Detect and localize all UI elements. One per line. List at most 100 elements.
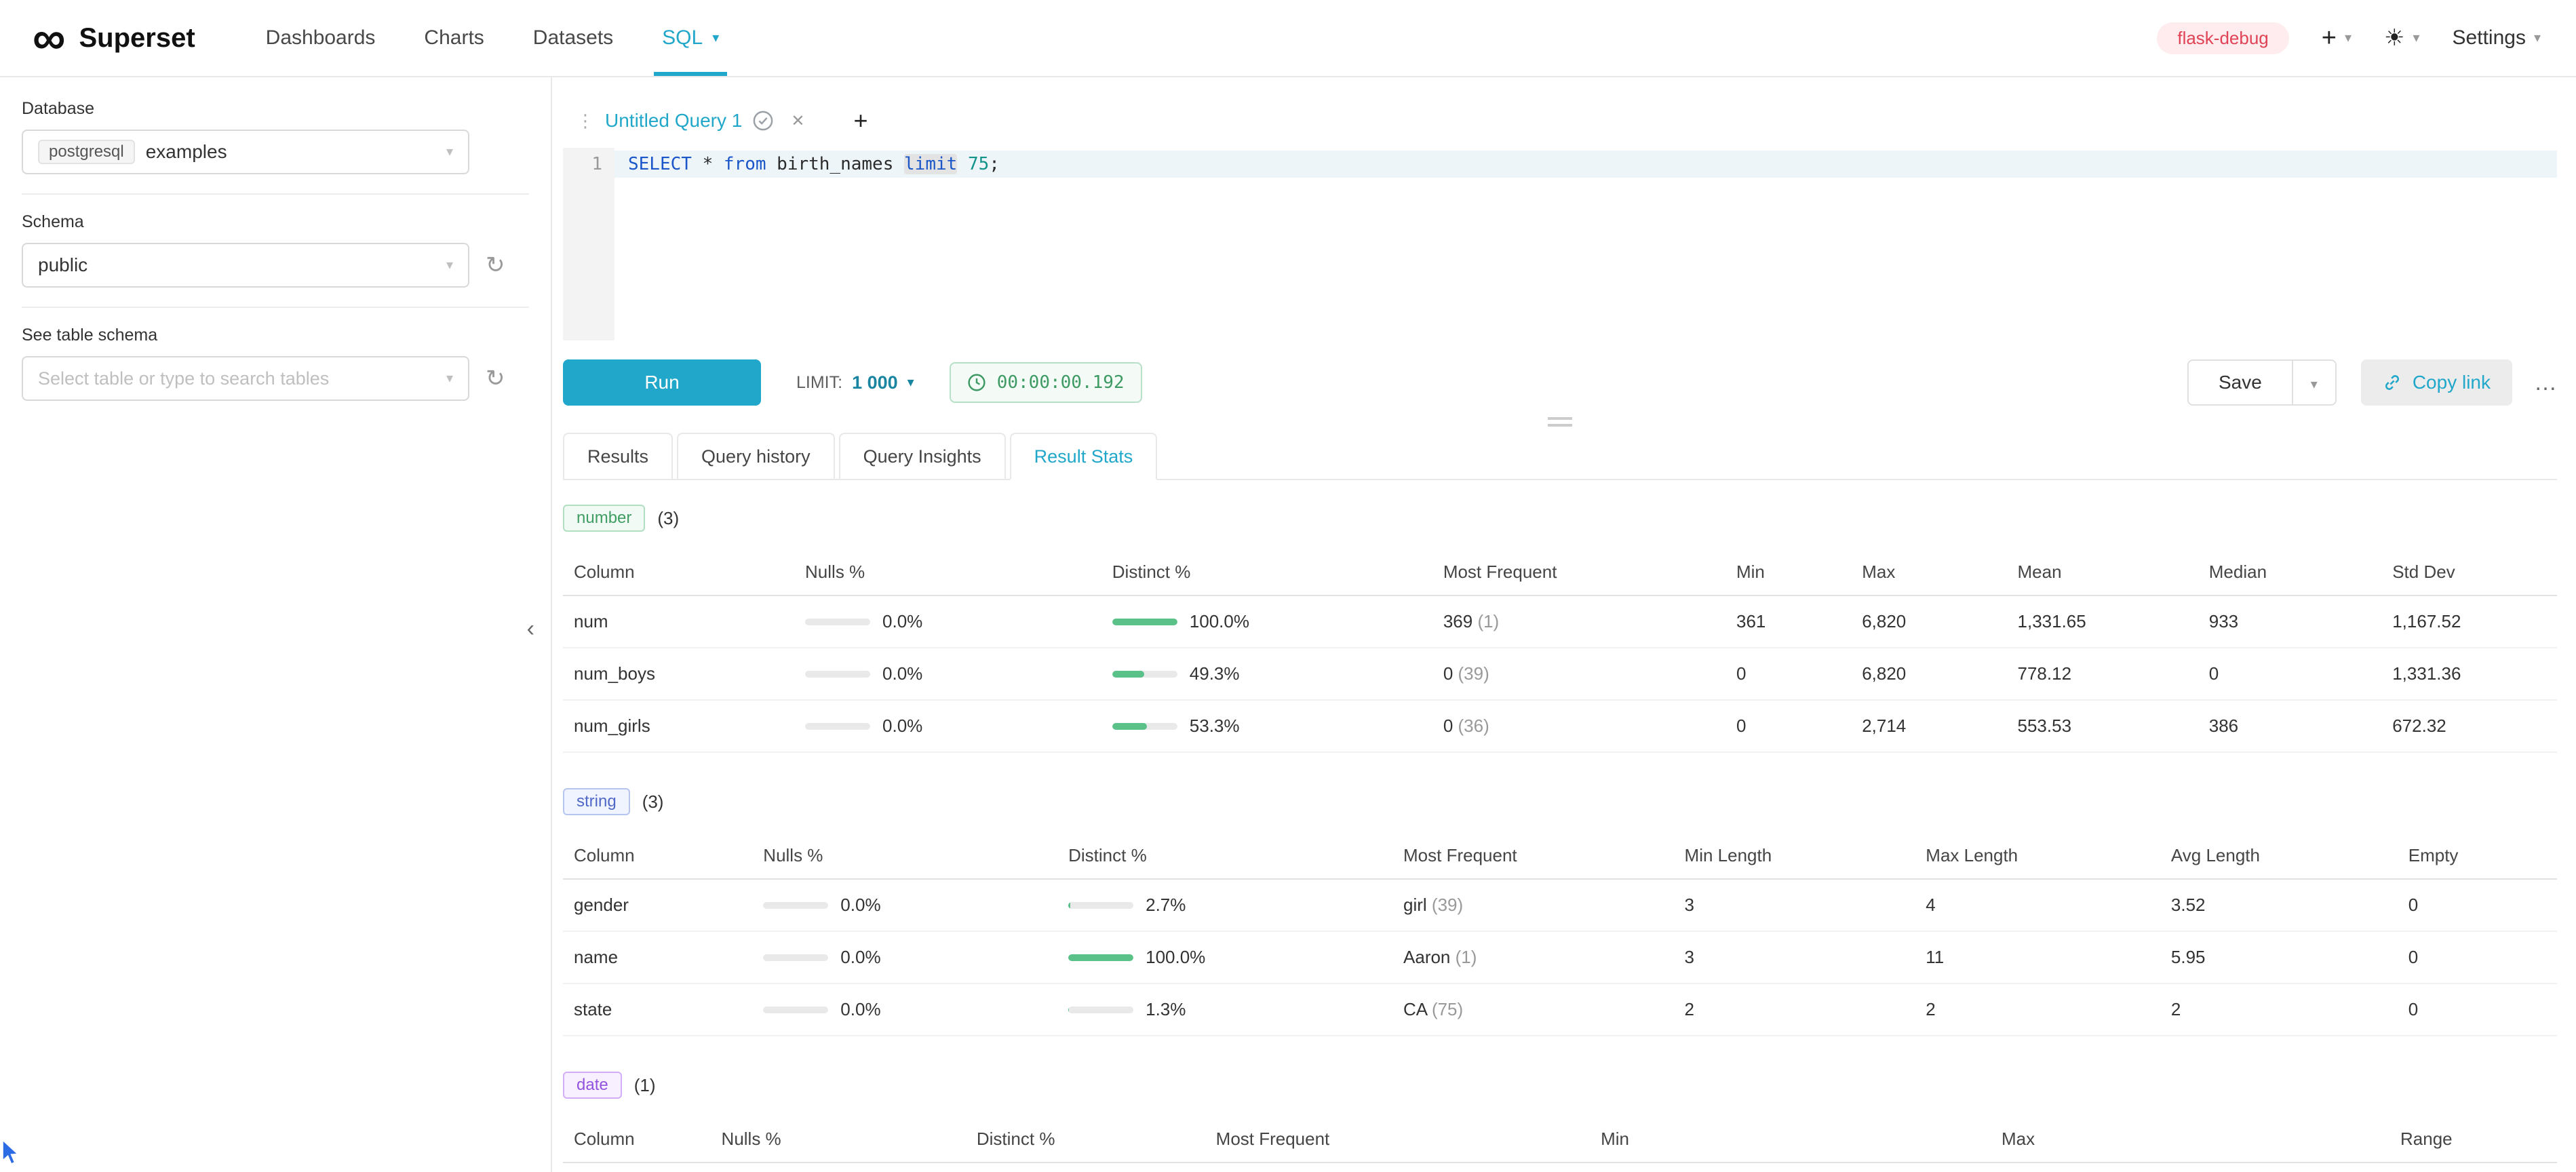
add-query-tab-button[interactable]: + <box>853 106 867 135</box>
table-header-row: Column Nulls % Distinct % Most Frequent … <box>563 1116 2557 1163</box>
close-icon[interactable]: ✕ <box>791 111 804 131</box>
cell-max: 6,820 <box>1851 648 2006 700</box>
more-actions-button[interactable]: … <box>2534 370 2557 396</box>
theme-menu[interactable]: ☀ ▾ <box>2384 24 2420 52</box>
column-header: Mean <box>2007 549 2198 595</box>
number-stats-section: number (3) Column Nulls % Distinct % Mos… <box>563 505 2557 753</box>
column-header: Most Frequent <box>1392 833 1674 879</box>
type-tag-number: number <box>563 505 645 532</box>
column-header: Max <box>1991 1116 2389 1163</box>
cell-std: 672.32 <box>2381 700 2557 752</box>
result-stats-pane: number (3) Column Nulls % Distinct % Mos… <box>563 480 2557 1172</box>
sqllab-main-panel: ⋮ Untitled Query 1 ✕ + 1 SELECT * from b… <box>552 77 2576 1172</box>
cell-distinct: 53.3% <box>1101 700 1432 752</box>
cell-max: 6,820 <box>1851 595 2006 648</box>
query-tab-title: Untitled Query 1 <box>605 110 742 132</box>
table-row: ds 0.0% 1.3% 1965-01-01T00:00:00 (75) 19… <box>563 1163 2557 1172</box>
table-select-placeholder: Select table or type to search tables <box>38 368 329 389</box>
query-tab[interactable]: ⋮ Untitled Query 1 ✕ <box>563 110 818 132</box>
cell-column-name: name <box>563 931 752 983</box>
schema-label: Schema <box>22 212 529 232</box>
query-tab-bar: ⋮ Untitled Query 1 ✕ + <box>563 99 2557 142</box>
table-row: num 0.0% 100.0% 369 (1) 361 6,820 1,331.… <box>563 595 2557 648</box>
nav-label: Dashboards <box>266 26 376 50</box>
cell-nulls: 0.0% <box>711 1163 966 1172</box>
progress-bar <box>805 671 870 678</box>
save-button[interactable]: Save <box>2187 359 2293 406</box>
chevron-down-icon: ▾ <box>2345 31 2351 45</box>
sql-code-editor[interactable]: 1 SELECT * from birth_names limit 75; <box>563 148 2557 340</box>
cell-column-name: num_boys <box>563 648 794 700</box>
schema-select[interactable]: public ▾ <box>22 243 469 288</box>
environment-tag: flask-debug <box>2157 22 2288 54</box>
chevron-down-icon: ▾ <box>446 145 453 159</box>
column-header: Nulls % <box>752 833 1057 879</box>
sql-keyword: SELECT <box>628 154 692 174</box>
database-value: examples <box>146 141 227 163</box>
brand-name: Superset <box>79 23 195 54</box>
mouse-cursor-icon <box>1 1140 22 1171</box>
table-select[interactable]: Select table or type to search tables ▾ <box>22 356 469 401</box>
cell-most-frequent: Aaron (1) <box>1392 931 1674 983</box>
cell-min: 1965-01-01T03:00:00.000Z <box>1590 1163 1991 1172</box>
progress-bar <box>1112 619 1177 625</box>
superset-logo-icon: ∞ <box>33 15 65 61</box>
check-circle-icon <box>753 111 773 131</box>
new-item-menu[interactable]: + ▾ <box>2322 24 2351 53</box>
save-dropdown-button[interactable]: ▾ <box>2293 359 2337 406</box>
cell-column-name: num <box>563 595 794 648</box>
column-header: Most Frequent <box>1205 1116 1590 1163</box>
nav-charts[interactable]: Charts <box>399 0 508 76</box>
tab-label: Result Stats <box>1034 446 1133 467</box>
navbar-right: flask-debug + ▾ ☀ ▾ Settings ▾ <box>2157 0 2541 76</box>
cell-min: 0 <box>1725 700 1851 752</box>
cell-column-name: ds <box>563 1163 711 1172</box>
cell-max: 1965-01-01T03:00:00.000Z <box>1991 1163 2389 1172</box>
sql-token: * <box>692 154 724 174</box>
tab-result-stats[interactable]: Result Stats <box>1010 433 1158 480</box>
column-header: Max Length <box>1915 833 2160 879</box>
string-stats-table: Column Nulls % Distinct % Most Frequent … <box>563 833 2557 1036</box>
refresh-schema-icon[interactable]: ↻ <box>486 252 505 279</box>
query-timer: 00:00:00.192 <box>950 362 1142 403</box>
progress-bar <box>1068 954 1133 961</box>
settings-menu[interactable]: Settings ▾ <box>2453 26 2541 50</box>
table-row: name 0.0% 100.0% Aaron (1) 3 11 5.95 0 <box>563 931 2557 983</box>
table-schema-label: See table schema <box>22 326 529 345</box>
tab-query-history[interactable]: Query history <box>677 433 835 480</box>
superset-brand[interactable]: ∞ Superset <box>33 0 195 76</box>
string-stats-section: string (3) Column Nulls % Distinct % Mos… <box>563 788 2557 1036</box>
code-line: SELECT * from birth_names limit 75; <box>614 151 2557 178</box>
cell-median: 386 <box>2198 700 2381 752</box>
sql-keyword: limit <box>904 154 957 174</box>
run-query-button[interactable]: Run <box>563 359 761 406</box>
cell-column-name: gender <box>563 879 752 931</box>
type-tag-date: date <box>563 1072 622 1099</box>
date-stats-table: Column Nulls % Distinct % Most Frequent … <box>563 1116 2557 1172</box>
nav-sql[interactable]: SQL ▾ <box>638 0 743 76</box>
cell-mean: 1,331.65 <box>2007 595 2198 648</box>
limit-dropdown[interactable]: LIMIT: 1 000 ▾ <box>796 372 914 393</box>
copy-link-button[interactable]: Copy link <box>2361 359 2512 406</box>
nav-dashboards[interactable]: Dashboards <box>241 0 400 76</box>
tab-results[interactable]: Results <box>563 433 673 480</box>
copy-link-label: Copy link <box>2413 372 2491 393</box>
schema-value: public <box>38 254 87 276</box>
chevron-down-icon: ▾ <box>2413 31 2420 45</box>
cell-most-frequent: 0 (36) <box>1432 700 1725 752</box>
nav-datasets[interactable]: Datasets <box>509 0 638 76</box>
cell-min-length: 3 <box>1674 931 1915 983</box>
column-header: Distinct % <box>966 1116 1205 1163</box>
tab-label: Query Insights <box>863 446 981 467</box>
chevron-down-icon: ▾ <box>908 376 914 389</box>
cell-distinct: 1.3% <box>1057 983 1392 1036</box>
collapse-sidebar-button[interactable]: ‹ <box>527 617 534 640</box>
cell-avg-length: 5.95 <box>2160 931 2398 983</box>
progress-bar <box>1112 671 1177 678</box>
database-select[interactable]: postgresql examples ▾ <box>22 130 469 174</box>
pane-splitter[interactable] <box>563 412 2557 431</box>
tab-query-insights[interactable]: Query Insights <box>839 433 1006 480</box>
sql-token: ; <box>989 154 1000 174</box>
refresh-tables-icon[interactable]: ↻ <box>486 365 505 392</box>
cell-nulls: 0.0% <box>752 983 1057 1036</box>
